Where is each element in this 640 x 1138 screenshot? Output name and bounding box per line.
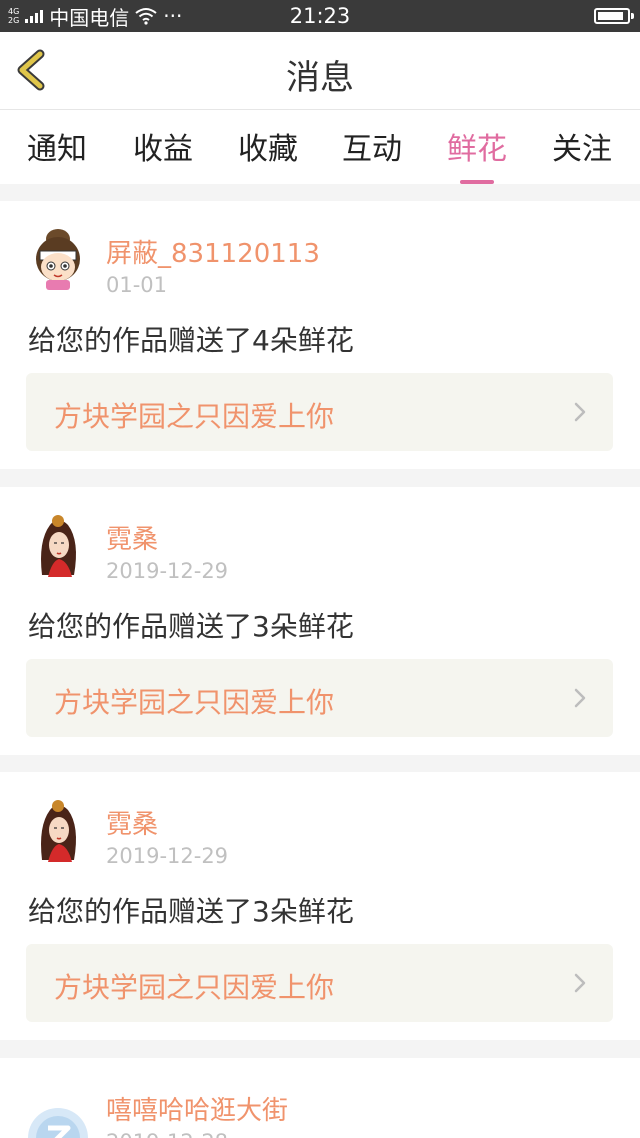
page-title: 消息: [286, 58, 354, 98]
tab-interaction[interactable]: 互动: [327, 124, 417, 168]
message-card: 霓桑 2019-12-29 给您的作品赠送了3朵鲜花 方块学园之只因爱上你: [0, 487, 640, 755]
sender-name[interactable]: 霓桑: [106, 519, 158, 556]
default-avatar-icon[interactable]: [28, 1082, 88, 1138]
active-tab-indicator: [460, 180, 494, 184]
chevron-right-icon: [574, 402, 586, 422]
work-link[interactable]: 方块学园之只因爱上你: [26, 373, 613, 451]
sender-name[interactable]: 霓桑: [106, 804, 158, 841]
message-date: 01-01: [106, 273, 168, 297]
tab-flowers[interactable]: 鲜花: [432, 124, 522, 184]
tab-bar: 通知 收益 收藏 互动 鲜花 关注: [0, 110, 640, 184]
clock: 21:23: [289, 4, 351, 28]
work-link[interactable]: 方块学园之只因爱上你: [26, 944, 613, 1022]
sender-name[interactable]: 屏蔽_831120113: [106, 233, 320, 270]
tab-label: 收藏: [238, 132, 298, 167]
sender-name[interactable]: 嘻嘻哈哈逛大街: [106, 1090, 288, 1127]
tab-follow[interactable]: 关注: [537, 124, 627, 168]
work-title: 方块学园之只因爱上你: [54, 686, 335, 719]
message-text: 给您的作品赠送了3朵鲜花: [28, 610, 354, 643]
message-date: 2019-12-29: [106, 844, 229, 868]
tab-label: 收益: [133, 132, 193, 167]
battery-tip: [631, 13, 634, 19]
chevron-right-icon: [574, 688, 586, 708]
battery-fill: [598, 12, 623, 20]
status-bar: 4G 2G 中国电信 ··· 21:23: [0, 0, 640, 32]
tab-label: 互动: [342, 132, 402, 167]
message-date: 2019-12-28: [106, 1130, 228, 1138]
tab-label: 通知: [27, 132, 87, 167]
ancient-lady-avatar-icon[interactable]: [28, 796, 88, 862]
message-card: 嘻嘻哈哈逛大街 2019-12-28: [0, 1058, 640, 1138]
nav-header: 消息: [0, 32, 640, 110]
tab-label: 关注: [552, 132, 612, 167]
message-date: 2019-12-29: [106, 559, 229, 583]
tab-notify[interactable]: 通知: [12, 124, 102, 168]
message-text: 给您的作品赠送了3朵鲜花: [28, 895, 354, 928]
chevron-right-icon: [574, 973, 586, 993]
tab-favorites[interactable]: 收藏: [223, 124, 313, 168]
battery-icon: [594, 8, 634, 24]
work-link[interactable]: 方块学园之只因爱上你: [26, 659, 613, 737]
message-text: 给您的作品赠送了4朵鲜花: [28, 324, 354, 357]
message-card: 屏蔽_831120113 01-01 给您的作品赠送了4朵鲜花 方块学园之只因爱…: [0, 201, 640, 469]
message-card: 霓桑 2019-12-29 给您的作品赠送了3朵鲜花 方块学园之只因爱上你: [0, 772, 640, 1040]
tab-earnings[interactable]: 收益: [118, 124, 208, 168]
work-title: 方块学园之只因爱上你: [54, 971, 335, 1004]
work-title: 方块学园之只因爱上你: [54, 400, 335, 433]
ancient-lady-avatar-icon[interactable]: [28, 511, 88, 577]
cartoon-avatar-icon[interactable]: [28, 225, 88, 291]
tab-label: 鲜花: [447, 132, 507, 167]
